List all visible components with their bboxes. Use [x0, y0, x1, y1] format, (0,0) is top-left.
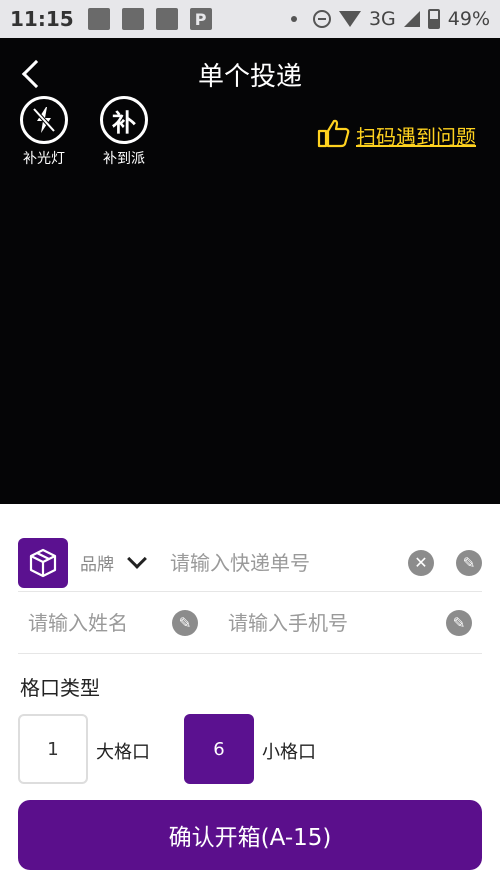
scan-problem-link[interactable]: 扫码遇到问题 [316, 118, 476, 153]
supplement-label: 补到派 [103, 151, 145, 167]
small-slot-option[interactable]: 6 [184, 714, 254, 784]
large-slot-option[interactable]: 1 [18, 714, 88, 784]
edit-icon[interactable]: ✎ [456, 549, 482, 576]
small-slot-label: 小格口 [262, 742, 316, 763]
tracking-number-input[interactable] [170, 550, 370, 575]
supplement-button[interactable]: 补 补到派 [94, 96, 154, 168]
recipient-row: ✎ ✎ [18, 592, 482, 654]
status-bar: 11:15 P 3G 49% [0, 0, 500, 38]
flashlight-label: 补光灯 [23, 151, 65, 167]
signal-icon [403, 11, 420, 27]
scanner-view: 单个投递 补光灯 补 补到派 扫码遇到问题 [0, 38, 500, 504]
package-icon[interactable] [18, 537, 68, 588]
status-icons: 3G 49% [290, 8, 490, 30]
scan-problem-label: 扫码遇到问题 [356, 125, 476, 149]
flashlight-button[interactable]: 补光灯 [14, 96, 74, 168]
battery-level: 49% [447, 8, 490, 30]
notification-icon [121, 8, 144, 30]
name-input[interactable] [28, 610, 168, 635]
edit-icon[interactable]: ✎ [172, 609, 198, 636]
page-title: 单个投递 [197, 62, 302, 92]
app-badge-icon: P [189, 8, 212, 30]
dot-icon [290, 16, 297, 22]
battery-icon [427, 9, 440, 29]
network-type: 3G [368, 8, 396, 30]
clear-icon[interactable]: ✕ [408, 549, 434, 576]
confirm-open-button[interactable]: 确认开箱(A-15) [18, 800, 482, 870]
edit-icon[interactable]: ✎ [446, 609, 472, 636]
supplement-icon: 补 [100, 96, 148, 144]
slot-type-label: 格口类型 [20, 676, 100, 700]
notification-icon [155, 8, 178, 30]
large-slot-label: 大格口 [96, 742, 150, 763]
phone-input[interactable] [228, 610, 428, 635]
wifi-icon [338, 11, 361, 27]
do-not-disturb-icon [312, 10, 331, 28]
notification-icon [87, 8, 110, 30]
delivery-form: 品牌 ✕ ✎ ✎ ✎ 格口类型 1 大格口 6 小格口 确认开箱(A-15) [0, 504, 500, 888]
flash-off-icon [20, 96, 68, 144]
brand-label: 品牌 [80, 555, 114, 575]
chevron-down-icon[interactable] [127, 548, 147, 569]
tracking-row: 品牌 ✕ ✎ [18, 534, 482, 592]
thumbs-up-icon [316, 118, 350, 153]
status-time: 11:15 [10, 7, 74, 31]
